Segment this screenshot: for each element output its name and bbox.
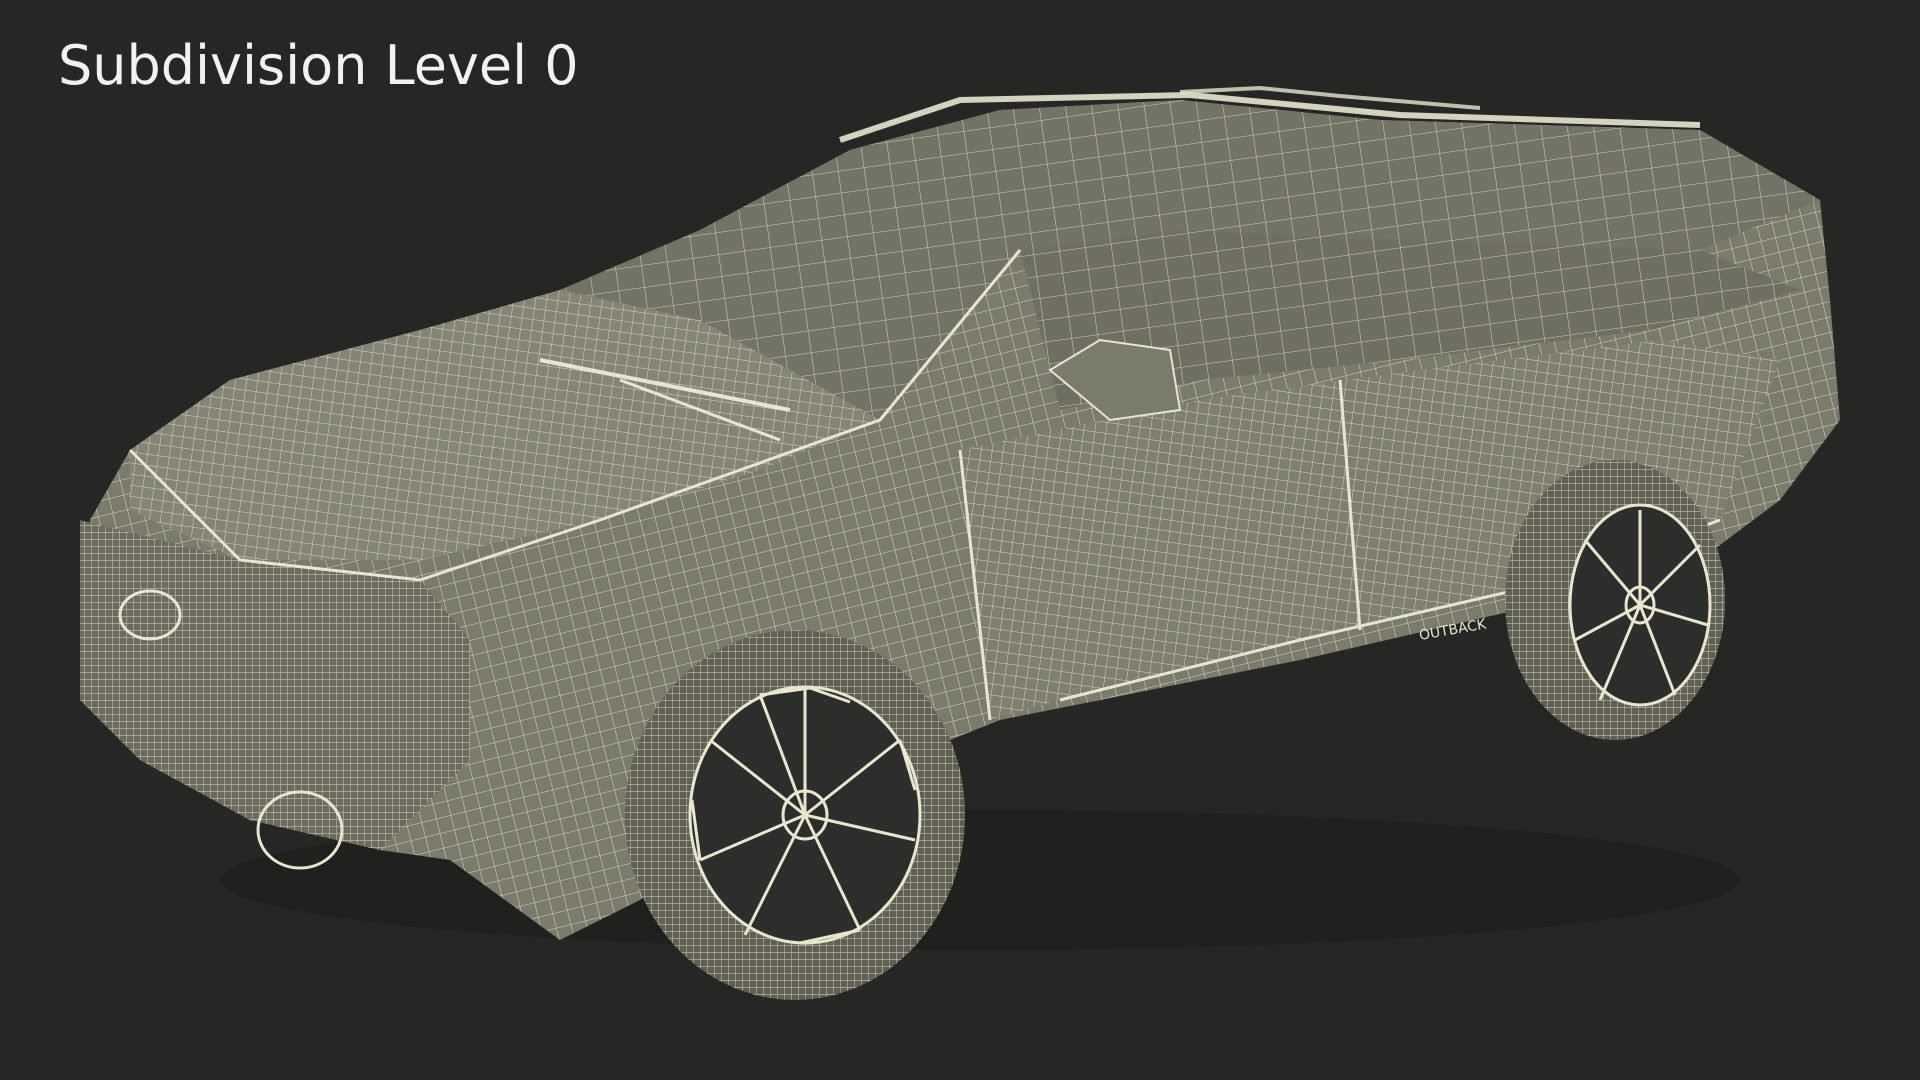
render-viewport: OUTBACK Subdivision Level 0 bbox=[0, 0, 1920, 1080]
rear-wheel bbox=[1505, 460, 1725, 740]
front-wheel bbox=[625, 630, 965, 1000]
wireframe-car-render: OUTBACK bbox=[80, 85, 1840, 1000]
subdivision-caption: Subdivision Level 0 bbox=[58, 34, 579, 97]
